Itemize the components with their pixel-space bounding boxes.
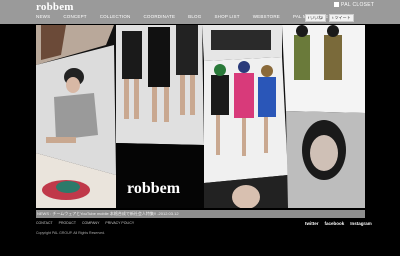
nav-item-collection[interactable]: COLLECTION [100,14,131,19]
social-share: f いいね! t ツイート [305,14,354,22]
copyright-text: Copyright PAL GROUP. All Rights Reserved… [36,231,105,235]
top-header: robbem PAL CLOSET NEWS CONCEPT COLLECTIO… [0,0,400,24]
nav-item-coordinate[interactable]: COORDINATE [143,14,175,19]
facebook-like-button[interactable]: f いいね! [305,14,327,22]
facebook-link[interactable]: facebook [325,221,345,226]
news-ticker[interactable]: NEWS : チームウェアとYouTube mobile 本格合成で新社会人特集… [36,210,365,218]
news-text[interactable]: NEWS : チームウェアとYouTube mobile 本格合成で新社会人特集… [37,211,179,217]
footer-link-product[interactable]: PRODUCT [59,221,76,225]
footer-link-contact[interactable]: CONTACT [36,221,53,225]
nav-item-shop-list[interactable]: SHOP LIST [214,14,239,19]
tweet-button[interactable]: t ツイート [329,14,354,22]
nav-item-news[interactable]: NEWS [36,14,50,19]
pal-closet-label: PAL CLOSET [341,2,375,8]
footer-link-company[interactable]: COMPANY [82,221,99,225]
collage-graphic [36,25,365,208]
nav-item-webstore[interactable]: WEBSTORE [253,14,280,19]
nav-item-concept[interactable]: CONCEPT [63,14,86,19]
photo-collage [36,25,365,208]
brand-overlay-logo: robbem [127,180,181,197]
footer-social: twitter facebook Instagram [305,221,372,226]
footer-nav: CONTACT PRODUCT COMPANY PRIVACY POLICY [36,221,134,225]
pal-closet-link[interactable]: PAL CLOSET [334,2,374,8]
nav-item-blog[interactable]: BLOG [188,14,201,19]
twitter-link[interactable]: twitter [305,221,319,226]
pal-closet-icon [334,2,339,8]
main-nav: NEWS CONCEPT COLLECTION COORDINATE BLOG … [36,14,328,19]
instagram-link[interactable]: Instagram [350,221,372,226]
brand-logo[interactable]: robbem [36,1,74,13]
footer-link-privacy[interactable]: PRIVACY POLICY [105,221,134,225]
